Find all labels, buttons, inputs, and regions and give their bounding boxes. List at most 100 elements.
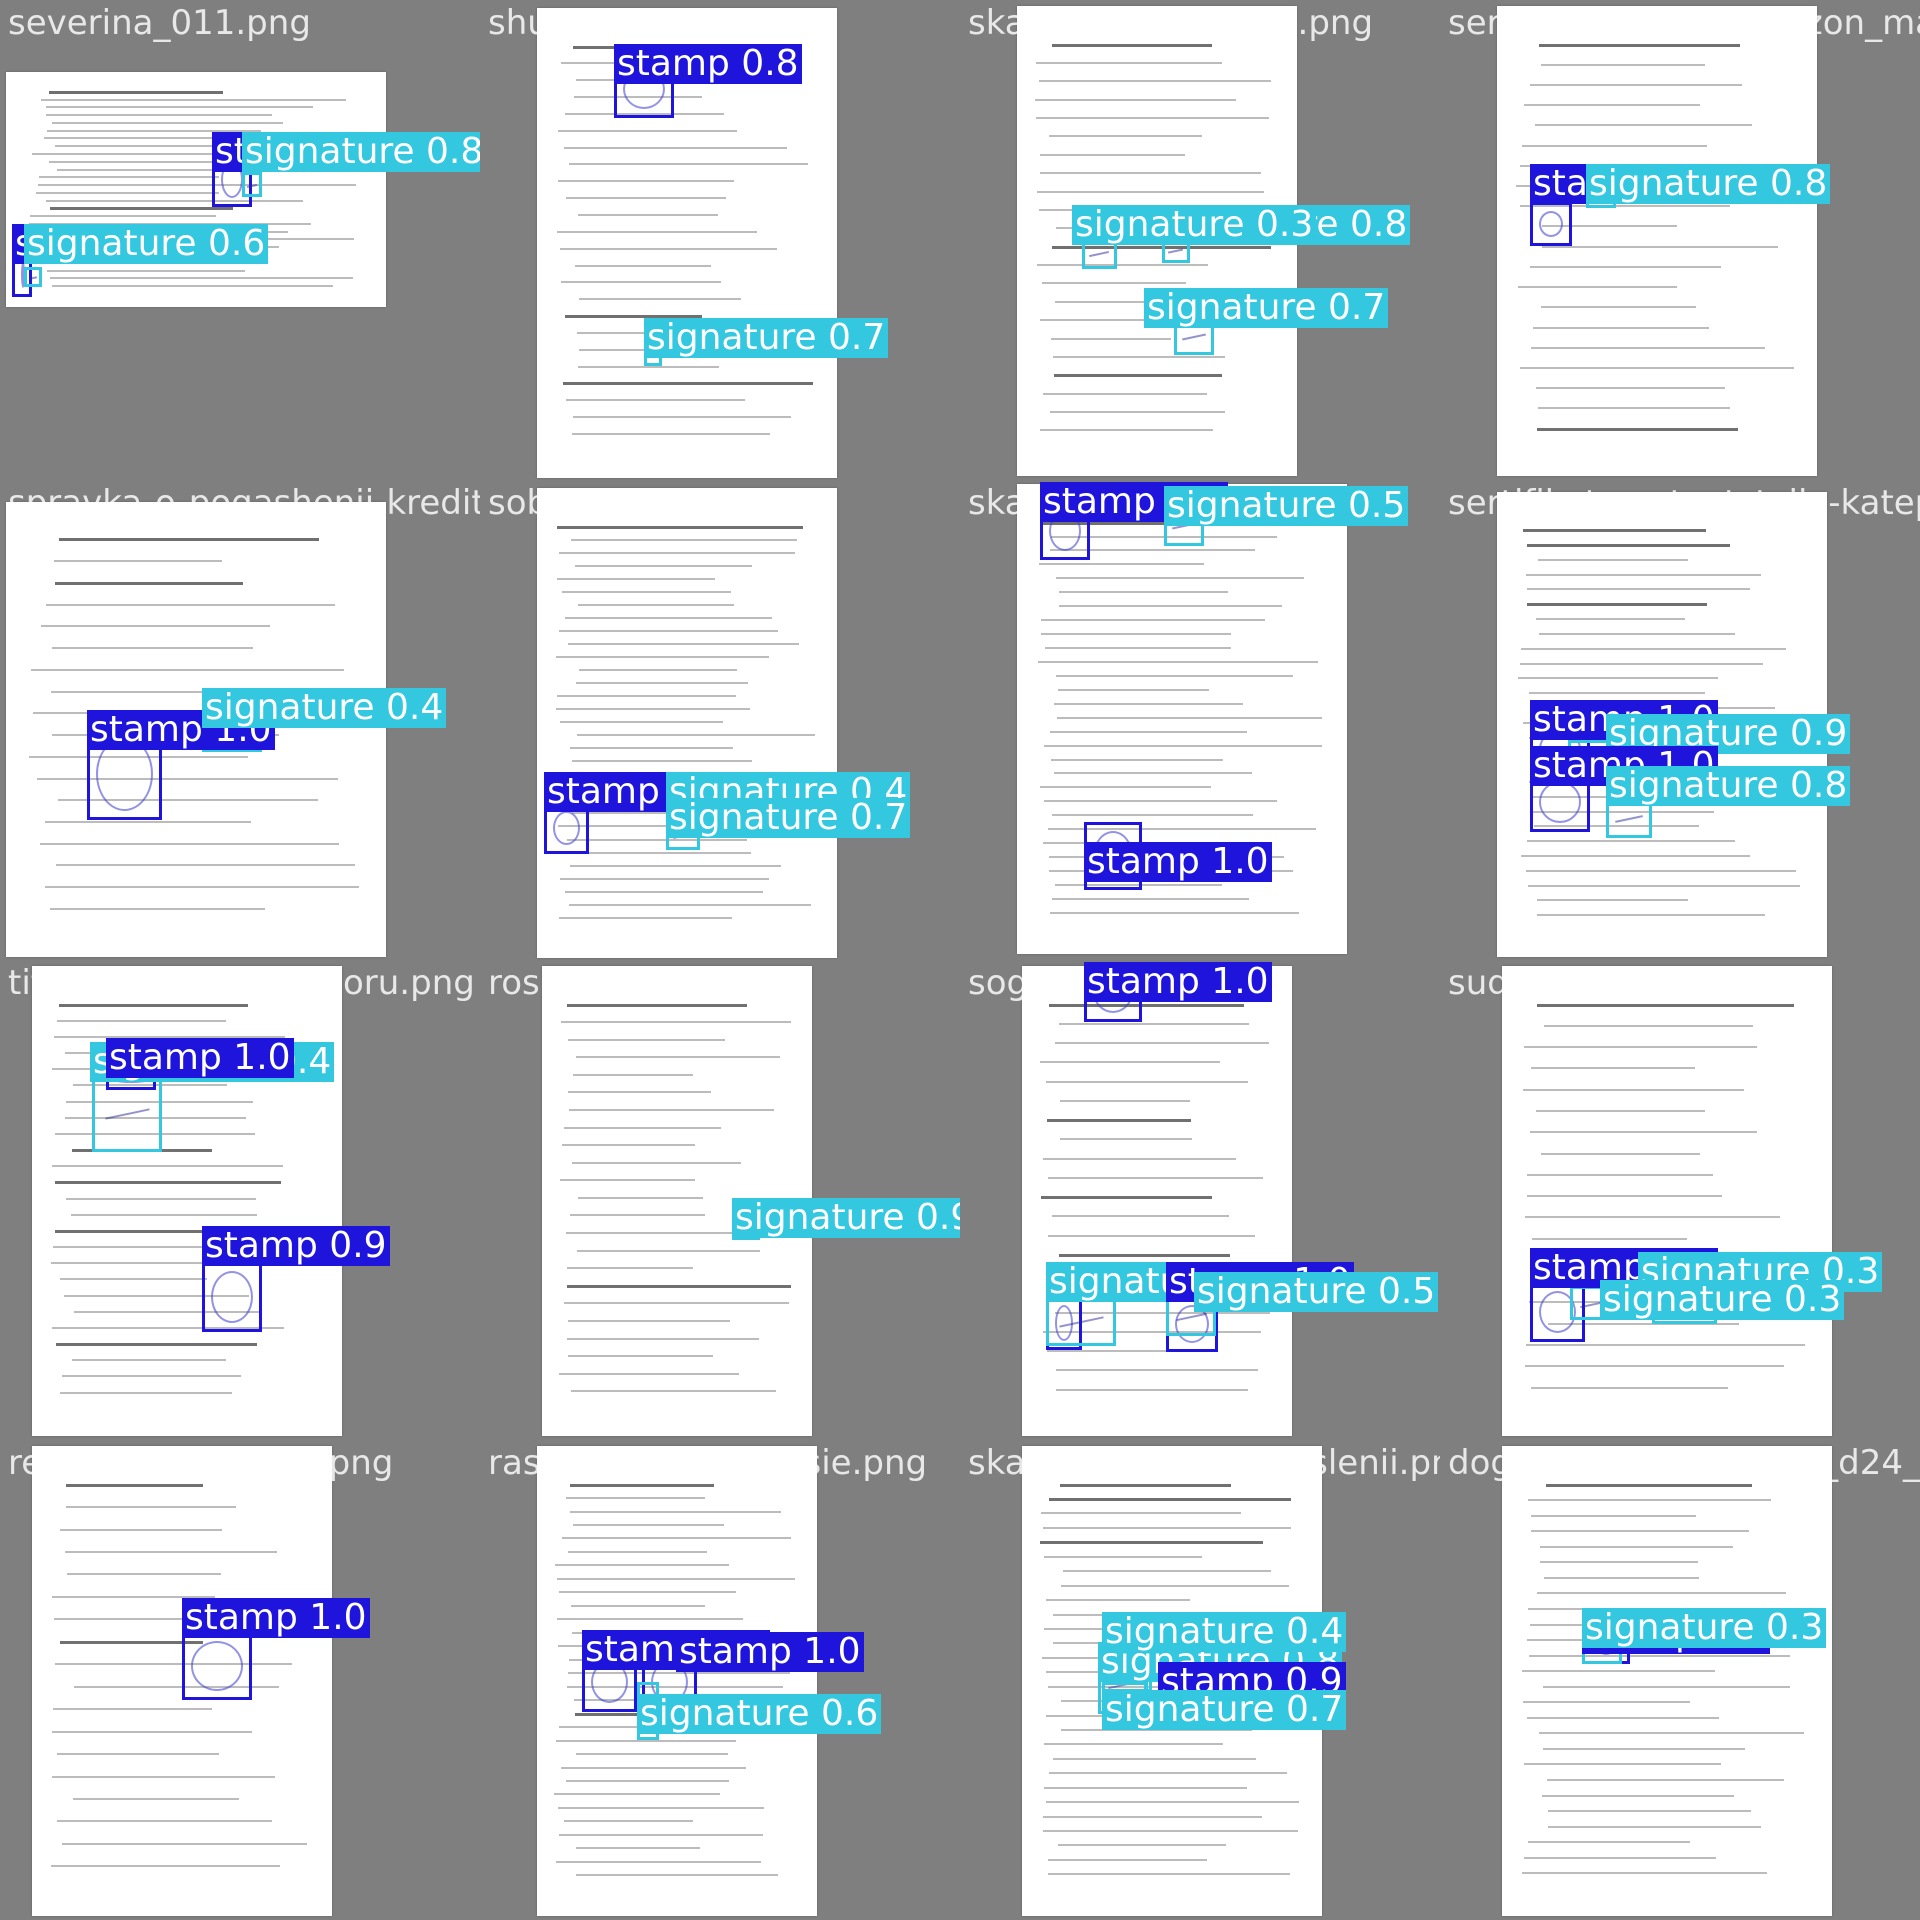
document-text-line xyxy=(1042,392,1208,395)
document-text-line xyxy=(51,647,254,650)
document-text-line xyxy=(562,1144,696,1147)
document-text-line xyxy=(1525,1216,1780,1219)
document-text-line xyxy=(51,121,283,124)
mosaic-tile: shumoizol 1.png stamp 0.8 signature 0.7 xyxy=(482,2,960,480)
mosaic-tile: skan_prikaz_o_zachislenii.png signature 0… xyxy=(962,1442,1440,1920)
tile-filename: skan_prikaz_o_zachislenii.png xyxy=(968,1443,1440,1483)
signature-detection-label: signature 0.7 xyxy=(1144,288,1389,328)
document-text-line xyxy=(1533,326,1709,329)
document-text-line xyxy=(65,1483,203,1487)
document-text-line xyxy=(1043,800,1278,803)
document-text-line xyxy=(1040,1541,1263,1545)
mosaic-tile: sert_t_oov_aoa_shki_zon_mastamp 0.9signa… xyxy=(1442,2,1920,480)
document-text-line xyxy=(45,199,303,202)
document-text-line xyxy=(38,184,356,187)
document-text-line xyxy=(1519,662,1763,665)
document-text-line xyxy=(1052,43,1213,47)
document-text-line xyxy=(567,1550,707,1553)
document-text-line xyxy=(1527,1195,1723,1198)
document-text-line xyxy=(52,1165,283,1168)
document-text-line xyxy=(1517,286,1677,289)
document-text-line xyxy=(1056,1388,1248,1391)
document-page xyxy=(1022,966,1292,1436)
stamp-detection-label: stamp 0.8 xyxy=(614,44,802,84)
document-text-line xyxy=(72,1359,226,1362)
document-text-line xyxy=(45,114,272,117)
document-text-line xyxy=(569,1214,705,1217)
mosaic-tile: dogovor_obrazcovaya_d24_du_2015stamp 1.0… xyxy=(1442,1442,1920,1920)
document-text-line xyxy=(557,1806,765,1809)
document-text-line xyxy=(575,1874,778,1877)
signature-detection-label: signature 0.4 xyxy=(202,688,447,728)
stamp-detection-label: stamp 1.0 xyxy=(1084,842,1272,882)
document-text-line xyxy=(1542,1685,1790,1688)
document-text-line xyxy=(1527,1841,1690,1844)
document-text-line xyxy=(566,1337,759,1340)
document-text-line xyxy=(576,1249,760,1252)
document-text-line xyxy=(1040,619,1266,622)
document-text-line xyxy=(1527,544,1730,547)
document-text-line xyxy=(1523,529,1706,533)
document-text-line xyxy=(1531,1237,1688,1240)
document-text-line xyxy=(1049,411,1225,414)
document-text-line xyxy=(53,560,223,563)
tile-filename: titulnyj_k_kolldogovoru.png xyxy=(8,963,475,1003)
document-text-line xyxy=(1539,632,1736,635)
document-text-line xyxy=(1054,772,1252,775)
signature-bounding-box xyxy=(242,172,262,197)
document-text-line xyxy=(1529,265,1721,268)
document-text-line xyxy=(572,760,752,763)
mosaic-tile: reshenie-2017g. 0.png stamp 1.0 xyxy=(2,1442,480,1920)
document-text-line xyxy=(1046,1119,1192,1123)
document-text-line xyxy=(559,1591,737,1594)
document-text-line xyxy=(570,1604,705,1607)
document-text-line xyxy=(1057,1844,1226,1847)
document-text-line xyxy=(568,163,808,166)
mosaic-tile: sobranie_1.png stamp 1.0 signature 0.4 sign… xyxy=(482,482,960,960)
document-text-line xyxy=(1039,429,1213,432)
document-text-line xyxy=(1047,1234,1256,1237)
document-text-line xyxy=(1528,692,1706,695)
document-text-line xyxy=(1542,1794,1735,1797)
document-page xyxy=(1502,966,1832,1436)
document-text-line xyxy=(556,1577,795,1580)
document-text-line xyxy=(66,1573,221,1576)
signature-detection-label: signature 0.6 xyxy=(24,224,269,264)
document-text-line xyxy=(44,821,251,823)
document-text-line xyxy=(1546,1778,1784,1781)
document-text-line xyxy=(1038,80,1271,83)
document-text-line xyxy=(1042,282,1186,285)
signature-detection-label: signature 0.8 xyxy=(1606,766,1851,806)
tile-filename: dogovor_obrazcovaya_d24_du_2015 xyxy=(1448,1443,1920,1483)
document-text-line xyxy=(560,1179,695,1182)
document-text-line xyxy=(1052,355,1225,358)
document-text-line xyxy=(39,176,220,179)
tile-filename: rospotreb1.png xyxy=(488,963,749,1003)
mosaic-tile: skan_poloz.pngstamp 1.0signature 0.5stam… xyxy=(962,482,1440,960)
document-text-line xyxy=(555,1564,729,1567)
document-text-line xyxy=(1524,104,1700,107)
document-text-line xyxy=(1531,346,1766,349)
document-page xyxy=(6,72,386,307)
document-text-line xyxy=(576,1056,781,1059)
document-text-line xyxy=(1526,1716,1720,1719)
document-text-line xyxy=(1540,63,1706,66)
document-text-line xyxy=(564,1126,721,1129)
document-text-line xyxy=(573,1524,724,1527)
mosaic-tile: sud3.png stamp 0.9 signature 0.3 signature … xyxy=(1442,962,1920,1440)
document-text-line xyxy=(49,907,266,910)
document-text-line xyxy=(44,886,359,889)
mosaic-tile: rastorzhenie-soglasie.pngstamp 1.0stamp … xyxy=(482,1442,960,1920)
signature-detection-label: signature 0.7 xyxy=(1102,1690,1347,1730)
document-text-line xyxy=(1052,1215,1230,1218)
tile-filename: sert_t_oov_aoa_shki_zon_ma xyxy=(1448,3,1920,43)
document-text-line xyxy=(1522,1670,1716,1673)
document-text-line xyxy=(568,1319,730,1322)
stamp-detection-label: stamp 1.0 xyxy=(182,1598,370,1638)
document-text-line xyxy=(49,277,354,280)
document-text-line xyxy=(569,1109,775,1112)
document-text-line xyxy=(1539,43,1741,47)
document-text-line xyxy=(1527,884,1800,887)
document-text-line xyxy=(1048,1873,1290,1876)
tile-filename: shumoizol 1.png xyxy=(488,3,769,43)
